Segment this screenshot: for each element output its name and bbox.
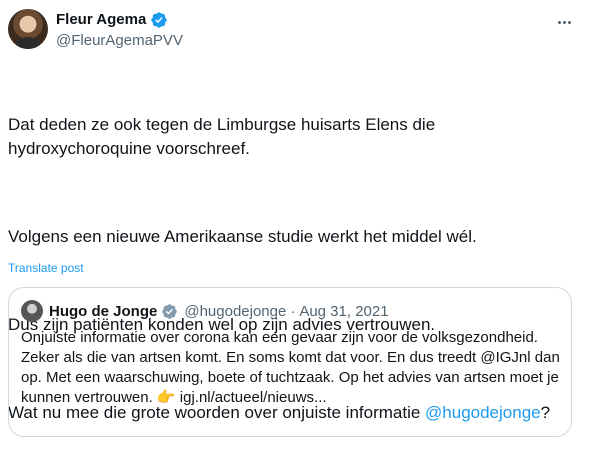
quoted-author-name[interactable]: Hugo de Jonge <box>49 303 157 320</box>
more-options-icon[interactable] <box>552 12 576 32</box>
quoted-tweet[interactable]: Hugo de Jonge @hugodejonge · Aug 31, 202… <box>8 287 572 437</box>
author-name[interactable]: Fleur Agema <box>56 10 146 30</box>
verified-badge-icon <box>151 12 167 28</box>
pointing-hand-emoji-icon: 👉 <box>156 389 176 406</box>
tweet-paragraph-2: Volgens een nieuwe Amerikaanse studie we… <box>8 227 477 246</box>
quoted-date[interactable]: Aug 31, 2021 <box>299 303 388 320</box>
quoted-header: Hugo de Jonge @hugodejonge · Aug 31, 202… <box>49 300 389 322</box>
author-name-row[interactable]: Fleur Agema <box>56 10 168 30</box>
verified-badge-icon <box>162 303 178 319</box>
tweet-paragraph-1: Dat deden ze ook tegen de Limburgse huis… <box>8 115 436 158</box>
author-handle[interactable]: @FleurAgemaPVV <box>56 31 183 51</box>
quoted-separator: · <box>290 302 296 320</box>
translate-post-link[interactable]: Translate post <box>8 260 84 276</box>
quoted-author-avatar[interactable] <box>21 300 43 322</box>
quoted-text: Onjuiste informatie over corona kan een … <box>21 328 561 408</box>
author-avatar[interactable] <box>8 9 48 49</box>
quoted-author-handle[interactable]: @hugodejonge <box>184 303 286 320</box>
quoted-link[interactable]: igj.nl/actueel/nieuws... <box>176 389 327 406</box>
